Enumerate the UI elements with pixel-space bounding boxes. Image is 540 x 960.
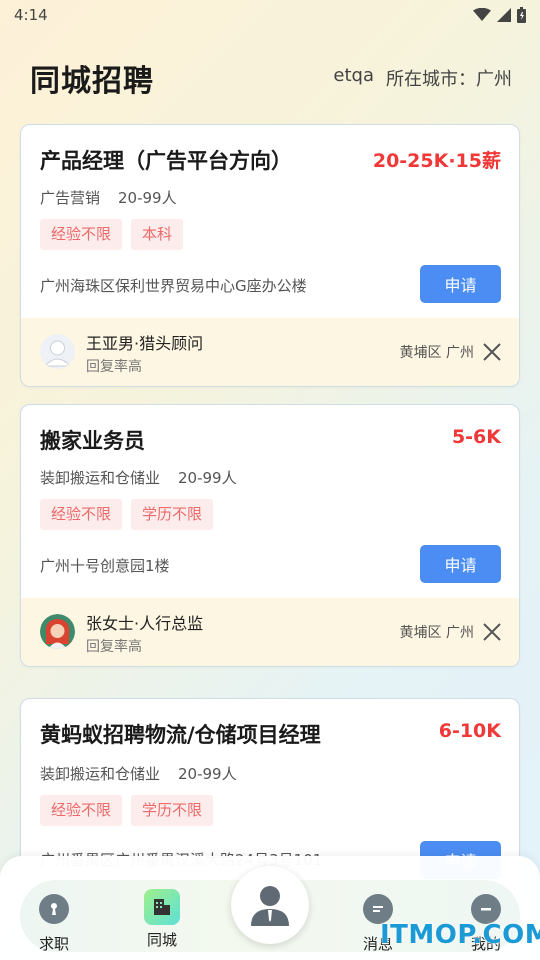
apply-button[interactable]: 申请 <box>420 545 501 583</box>
recruiter-location: 黄埔区 广州 <box>399 345 474 361</box>
job-tags: 经验不限 学历不限 <box>40 499 214 530</box>
job-title: 黄蚂蚁招聘物流/仓储项目经理 <box>40 723 321 747</box>
tag-education: 本科 <box>131 219 184 250</box>
username: etqa <box>333 65 374 86</box>
status-time: 4:14 <box>14 6 48 24</box>
recruiter-bar[interactable]: 张女士·人行总监 回复率高 黄埔区 广州 <box>21 598 519 666</box>
apply-button[interactable]: 申请 <box>420 265 501 303</box>
company-info: 装卸搬运和仓储业 20-99人 <box>40 763 237 784</box>
person-icon <box>251 886 289 926</box>
recruiter-location: 黄埔区 广州 <box>399 625 474 641</box>
job-address: 广州十号创意园1楼 <box>40 557 170 575</box>
close-icon[interactable] <box>482 622 502 642</box>
header: 同城招聘 etqa 所在城市：广州 <box>30 56 512 100</box>
recruiter-reply-rate: 回复率高 <box>86 359 142 375</box>
nav-label: 同城 <box>146 931 177 949</box>
status-icons <box>473 7 526 23</box>
tag-education: 学历不限 <box>131 795 214 826</box>
page-title: 同城招聘 <box>30 64 154 99</box>
job-card[interactable]: 产品经理（广告平台方向） 20-25K·15薪 广告营销 20-99人 经验不限… <box>20 124 520 387</box>
job-tags: 经验不限 学历不限 <box>40 795 214 826</box>
tag-education: 学历不限 <box>131 499 214 530</box>
recruiter-name: 张女士·人行总监 <box>86 614 204 633</box>
tag-experience: 经验不限 <box>40 219 123 250</box>
city-selector[interactable]: 所在城市：广州 <box>386 65 512 91</box>
close-icon[interactable] <box>482 342 502 362</box>
job-tags: 经验不限 本科 <box>40 219 184 250</box>
status-bar: 4:14 <box>0 0 540 30</box>
signal-icon <box>497 8 511 22</box>
job-title: 产品经理（广告平台方向） <box>40 149 292 173</box>
header-info: etqa 所在城市：广州 <box>333 65 512 91</box>
avatar <box>40 334 75 369</box>
nav-item-job[interactable]: 求职 <box>24 880 84 954</box>
nav-label: 求职 <box>38 935 69 953</box>
job-icon <box>39 894 69 924</box>
wifi-icon <box>473 8 491 21</box>
company-info: 装卸搬运和仓储业 20-99人 <box>40 467 237 488</box>
company-industry: 装卸搬运和仓储业 <box>40 469 161 487</box>
tag-experience: 经验不限 <box>40 499 123 530</box>
job-salary: 6-10K <box>438 720 501 742</box>
company-size: 20-99人 <box>178 765 237 783</box>
avatar <box>40 614 75 649</box>
company-info: 广告营销 20-99人 <box>40 187 177 208</box>
nav-item-city[interactable]: 同城 <box>132 880 192 950</box>
job-salary: 20-25K·15薪 <box>372 150 501 172</box>
job-card[interactable]: 搬家业务员 5-6K 装卸搬运和仓储业 20-99人 经验不限 学历不限 广州十… <box>20 404 520 667</box>
company-size: 20-99人 <box>178 469 237 487</box>
center-profile-button[interactable] <box>231 866 309 944</box>
recruiter-name: 王亚男·猎头顾问 <box>86 334 204 353</box>
job-title: 搬家业务员 <box>40 429 145 453</box>
company-industry: 装卸搬运和仓储业 <box>40 765 161 783</box>
job-salary: 5-6K <box>451 426 501 448</box>
tag-experience: 经验不限 <box>40 795 123 826</box>
company-industry: 广告营销 <box>40 189 101 207</box>
job-address: 广州海珠区保利世界贸易中心G座办公楼 <box>40 277 307 295</box>
watermark: ITMOP.COM <box>380 920 540 950</box>
recruiter-reply-rate: 回复率高 <box>86 639 142 655</box>
recruiter-bar[interactable]: 王亚男·猎头顾问 回复率高 黄埔区 广州 <box>21 318 519 386</box>
battery-icon <box>517 7 526 23</box>
building-icon <box>144 889 180 925</box>
company-size: 20-99人 <box>118 189 177 207</box>
